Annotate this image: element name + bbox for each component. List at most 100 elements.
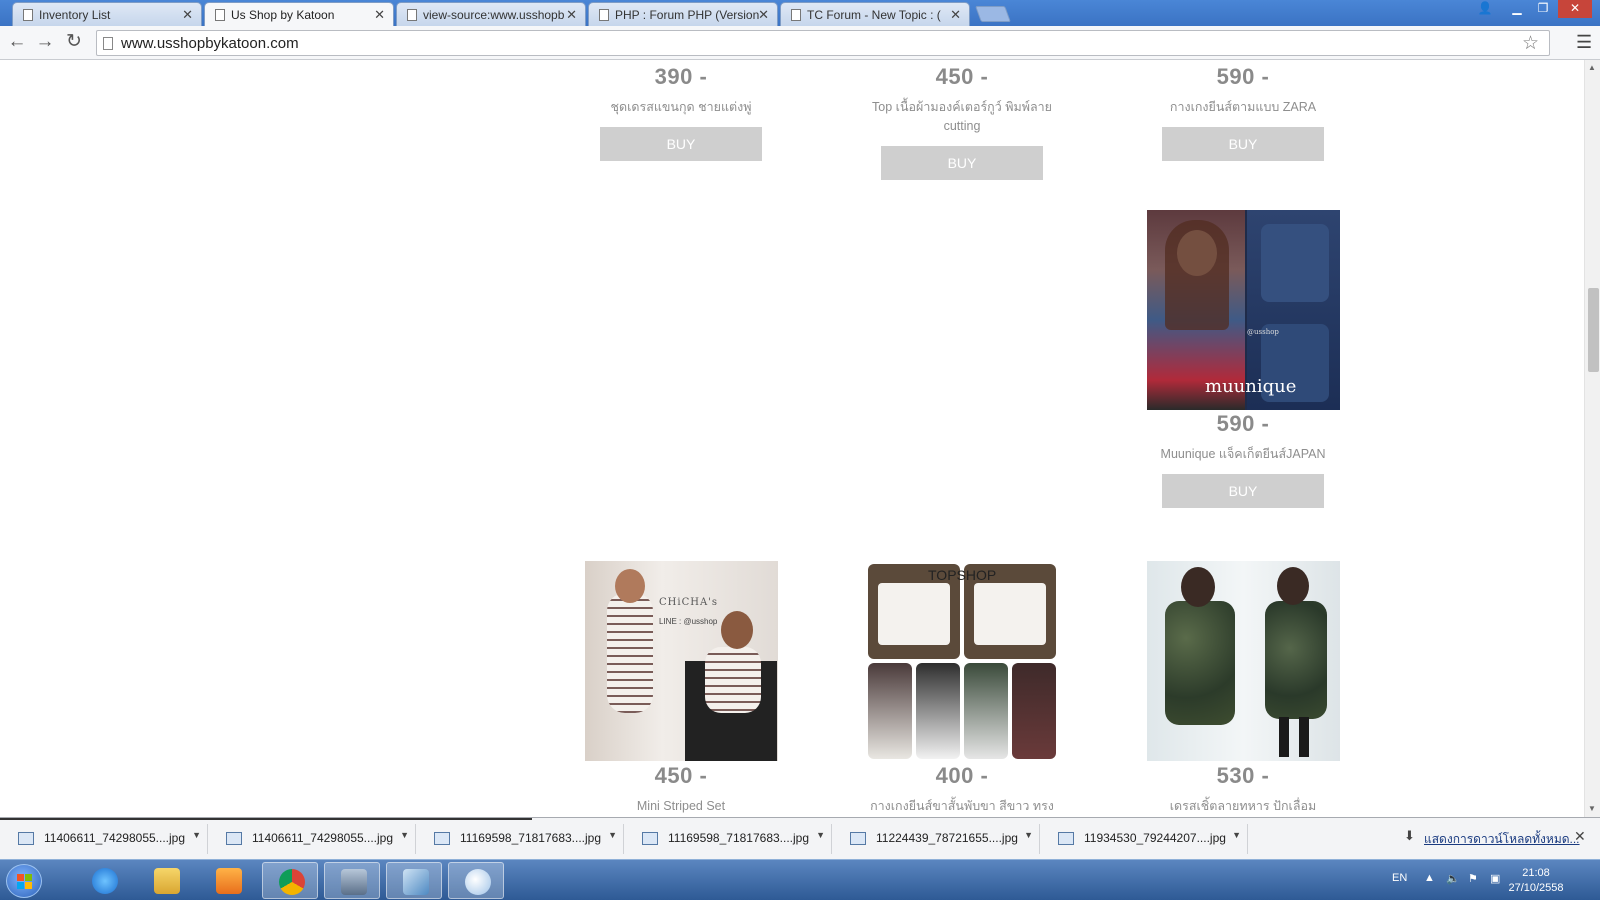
scroll-down-arrow-icon[interactable]: ▼: [1588, 804, 1596, 813]
bookmark-star-icon[interactable]: ☆: [1522, 32, 1539, 55]
file-explorer-taskbar-button[interactable]: [138, 862, 194, 899]
start-button[interactable]: [6, 864, 42, 898]
forward-arrow-icon[interactable]: →: [34, 32, 56, 54]
folder-icon: [154, 868, 180, 894]
volume-icon[interactable]: 🔈: [1446, 872, 1460, 885]
tab-us-shop[interactable]: Us Shop by Katoon ✕: [204, 2, 394, 26]
close-icon[interactable]: ✕: [1574, 828, 1586, 845]
tab-title: PHP : Forum PHP (Version: [615, 8, 760, 22]
close-icon[interactable]: ✕: [374, 7, 385, 23]
internet-explorer-taskbar-button[interactable]: [76, 862, 132, 899]
image-file-icon: [642, 832, 658, 845]
product-image-mini-striped-set[interactable]: CHiCHA's LINE : @usshop: [585, 561, 778, 761]
clock-time: 21:08: [1522, 867, 1550, 879]
chevron-down-icon[interactable]: ▼: [816, 830, 825, 840]
media-player-taskbar-button[interactable]: [200, 862, 256, 899]
internet-explorer-icon: [92, 868, 118, 894]
buy-button[interactable]: BUY: [1162, 474, 1324, 508]
app-icon: [403, 869, 429, 895]
page-icon: [791, 9, 801, 21]
product-card: 590 - กางเกงยีนส์ตามแบบ ZARA BUY: [1143, 64, 1343, 161]
product-name: Muunique แจ็คเก็ตยีนส์JAPAN: [1160, 447, 1326, 461]
product-card: 400 - กางเกงยีนส์ขาสั้นพับขา สีขาว ทรง: [862, 763, 1062, 816]
page-scrollbar[interactable]: ▲ ▼: [1584, 60, 1600, 817]
tab-title: view-source:www.usshopb: [423, 8, 565, 22]
show-all-downloads-link[interactable]: แสดงการดาวน์โหลดทั้งหมด...: [1424, 830, 1580, 849]
product-name: Mini Striped Set: [636, 799, 726, 813]
network-icon: [341, 869, 367, 895]
chrome-taskbar-button[interactable]: [262, 862, 318, 899]
clock-date: 27/10/2558: [1508, 882, 1564, 894]
image-file-icon: [1058, 832, 1074, 845]
product-price: 400 -: [935, 763, 989, 788]
show-hidden-icons-icon[interactable]: ▲: [1424, 872, 1435, 884]
restore-button[interactable]: ❐: [1530, 0, 1556, 18]
chevron-down-icon[interactable]: ▼: [400, 830, 409, 840]
window-close-button[interactable]: ✕: [1558, 0, 1592, 18]
product-name: Top เนื้อผ้ามองค์เตอร์กูว์ พิมพ์ลาย cutt…: [872, 100, 1052, 133]
product-name: เดรสเชิ้ตลายทหาร ปักเลื่อม: [1169, 799, 1317, 813]
image-file-icon: [850, 832, 866, 845]
download-item[interactable]: 11406611_74298055....jpg ▼: [212, 824, 416, 854]
paint-palette-icon: [465, 869, 491, 895]
windows-taskbar: EN ▲ 🔈 ⚑ ▣ 21:08 27/10/2558: [0, 859, 1600, 900]
reload-icon[interactable]: ↻: [63, 32, 85, 54]
product-image-camo-shirt-dress[interactable]: [1147, 561, 1340, 761]
tab-inventory-list[interactable]: Inventory List ✕: [12, 2, 202, 26]
download-item[interactable]: 11406611_74298055....jpg ▼: [4, 824, 208, 854]
download-item[interactable]: 11169598_71817683....jpg ▼: [628, 824, 832, 854]
product-image-white-shorts[interactable]: TOPSHOP: [866, 561, 1059, 761]
minimize-button[interactable]: ▁: [1504, 0, 1530, 18]
chevron-down-icon[interactable]: ▼: [1024, 830, 1033, 840]
app-taskbar-button[interactable]: [386, 862, 442, 899]
product-card: 590 - Muunique แจ็คเก็ตยีนส์JAPAN BUY: [1143, 411, 1343, 508]
close-icon[interactable]: ✕: [758, 7, 769, 23]
tab-title: TC Forum - New Topic : (: [807, 8, 941, 22]
buy-button[interactable]: BUY: [600, 127, 762, 161]
product-name: กางเกงยีนส์ตามแบบ ZARA: [1169, 100, 1317, 114]
tab-tc-forum[interactable]: TC Forum - New Topic : ( ✕: [780, 2, 970, 26]
scroll-thumb[interactable]: [1588, 288, 1599, 372]
flag-icon[interactable]: ⚑: [1468, 872, 1478, 885]
chevron-down-icon[interactable]: ▼: [608, 830, 617, 840]
network-status-icon[interactable]: ▣: [1490, 872, 1500, 885]
brand-watermark: TOPSHOP: [928, 567, 997, 583]
buy-button[interactable]: BUY: [1162, 127, 1324, 161]
product-price: 530 -: [1216, 763, 1270, 788]
network-app-taskbar-button[interactable]: [324, 862, 380, 899]
tab-view-source[interactable]: view-source:www.usshopb ✕: [396, 2, 586, 26]
download-item[interactable]: 11169598_71817683....jpg ▼: [420, 824, 624, 854]
download-item[interactable]: 11934530_79244207....jpg ▼: [1044, 824, 1248, 854]
buy-button[interactable]: BUY: [881, 146, 1043, 180]
page-icon: [599, 9, 609, 21]
close-icon[interactable]: ✕: [950, 7, 961, 23]
menu-icon[interactable]: ☰: [1576, 32, 1592, 53]
address-bar[interactable]: www.usshopbykatoon.com ☆: [96, 30, 1550, 56]
scroll-up-arrow-icon[interactable]: ▲: [1588, 63, 1596, 72]
close-icon[interactable]: ✕: [182, 7, 193, 23]
windows-logo-icon: [17, 874, 33, 890]
tab-title: Us Shop by Katoon: [231, 8, 335, 22]
download-shelf: 11406611_74298055....jpg ▼ 11406611_7429…: [0, 817, 1600, 859]
product-name: กางเกงยีนส์ขาสั้นพับขา สีขาว ทรง: [870, 799, 1054, 813]
chevron-down-icon[interactable]: ▼: [1232, 830, 1241, 840]
product-image-denim-jacket[interactable]: muunique @usshop: [1147, 210, 1340, 410]
system-clock[interactable]: 21:08 27/10/2558: [1506, 866, 1566, 896]
tab-strip: Inventory List ✕ Us Shop by Katoon ✕ vie…: [0, 0, 1600, 26]
new-tab-button[interactable]: [975, 6, 1011, 22]
download-filename: 11169598_71817683....jpg: [668, 831, 810, 845]
back-arrow-icon[interactable]: ←: [6, 32, 28, 54]
address-text: www.usshopbykatoon.com: [121, 35, 299, 52]
close-icon[interactable]: ✕: [566, 7, 577, 23]
download-filename: 11224439_78721655....jpg: [876, 831, 1018, 845]
product-price: 590 -: [1216, 411, 1270, 436]
user-icon[interactable]: 👤: [1472, 0, 1498, 18]
download-item[interactable]: 11224439_78721655....jpg ▼: [836, 824, 1040, 854]
product-name: ชุดเดรสแขนกุด ชายแต่งพู่: [610, 100, 752, 114]
chevron-down-icon[interactable]: ▼: [192, 830, 201, 840]
product-card: 530 - เดรสเชิ้ตลายทหาร ปักเลื่อม: [1143, 763, 1343, 816]
language-indicator[interactable]: EN: [1392, 872, 1407, 884]
tab-php-forum[interactable]: PHP : Forum PHP (Version ✕: [588, 2, 778, 26]
paint-taskbar-button[interactable]: [448, 862, 504, 899]
download-filename: 11406611_74298055....jpg: [252, 831, 394, 845]
